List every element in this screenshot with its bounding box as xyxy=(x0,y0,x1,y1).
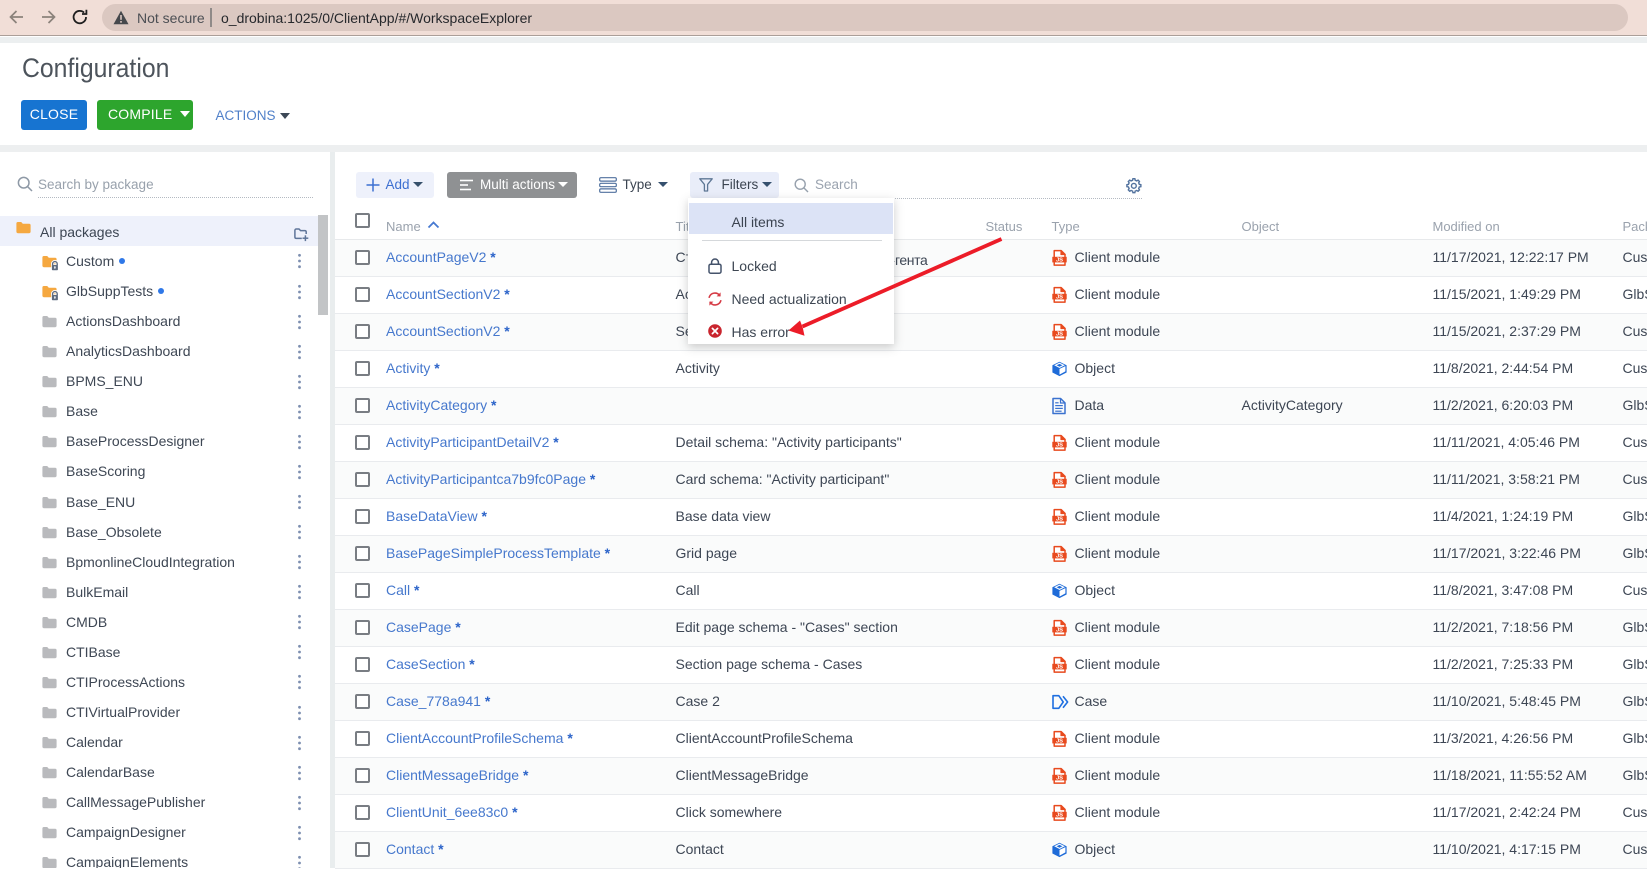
svg-text:JS: JS xyxy=(1056,294,1063,300)
svg-text:JS: JS xyxy=(1056,664,1063,670)
svg-text:JS: JS xyxy=(1056,627,1063,633)
svg-text:JS: JS xyxy=(1056,553,1063,559)
svg-text:JS: JS xyxy=(1056,257,1063,263)
svg-text:JS: JS xyxy=(1056,331,1063,337)
svg-text:JS: JS xyxy=(1056,738,1063,744)
svg-text:JS: JS xyxy=(1056,442,1063,448)
svg-text:JS: JS xyxy=(1056,812,1063,818)
svg-text:JS: JS xyxy=(1056,516,1063,522)
svg-text:JS: JS xyxy=(1056,775,1063,781)
svg-text:JS: JS xyxy=(1056,479,1063,485)
